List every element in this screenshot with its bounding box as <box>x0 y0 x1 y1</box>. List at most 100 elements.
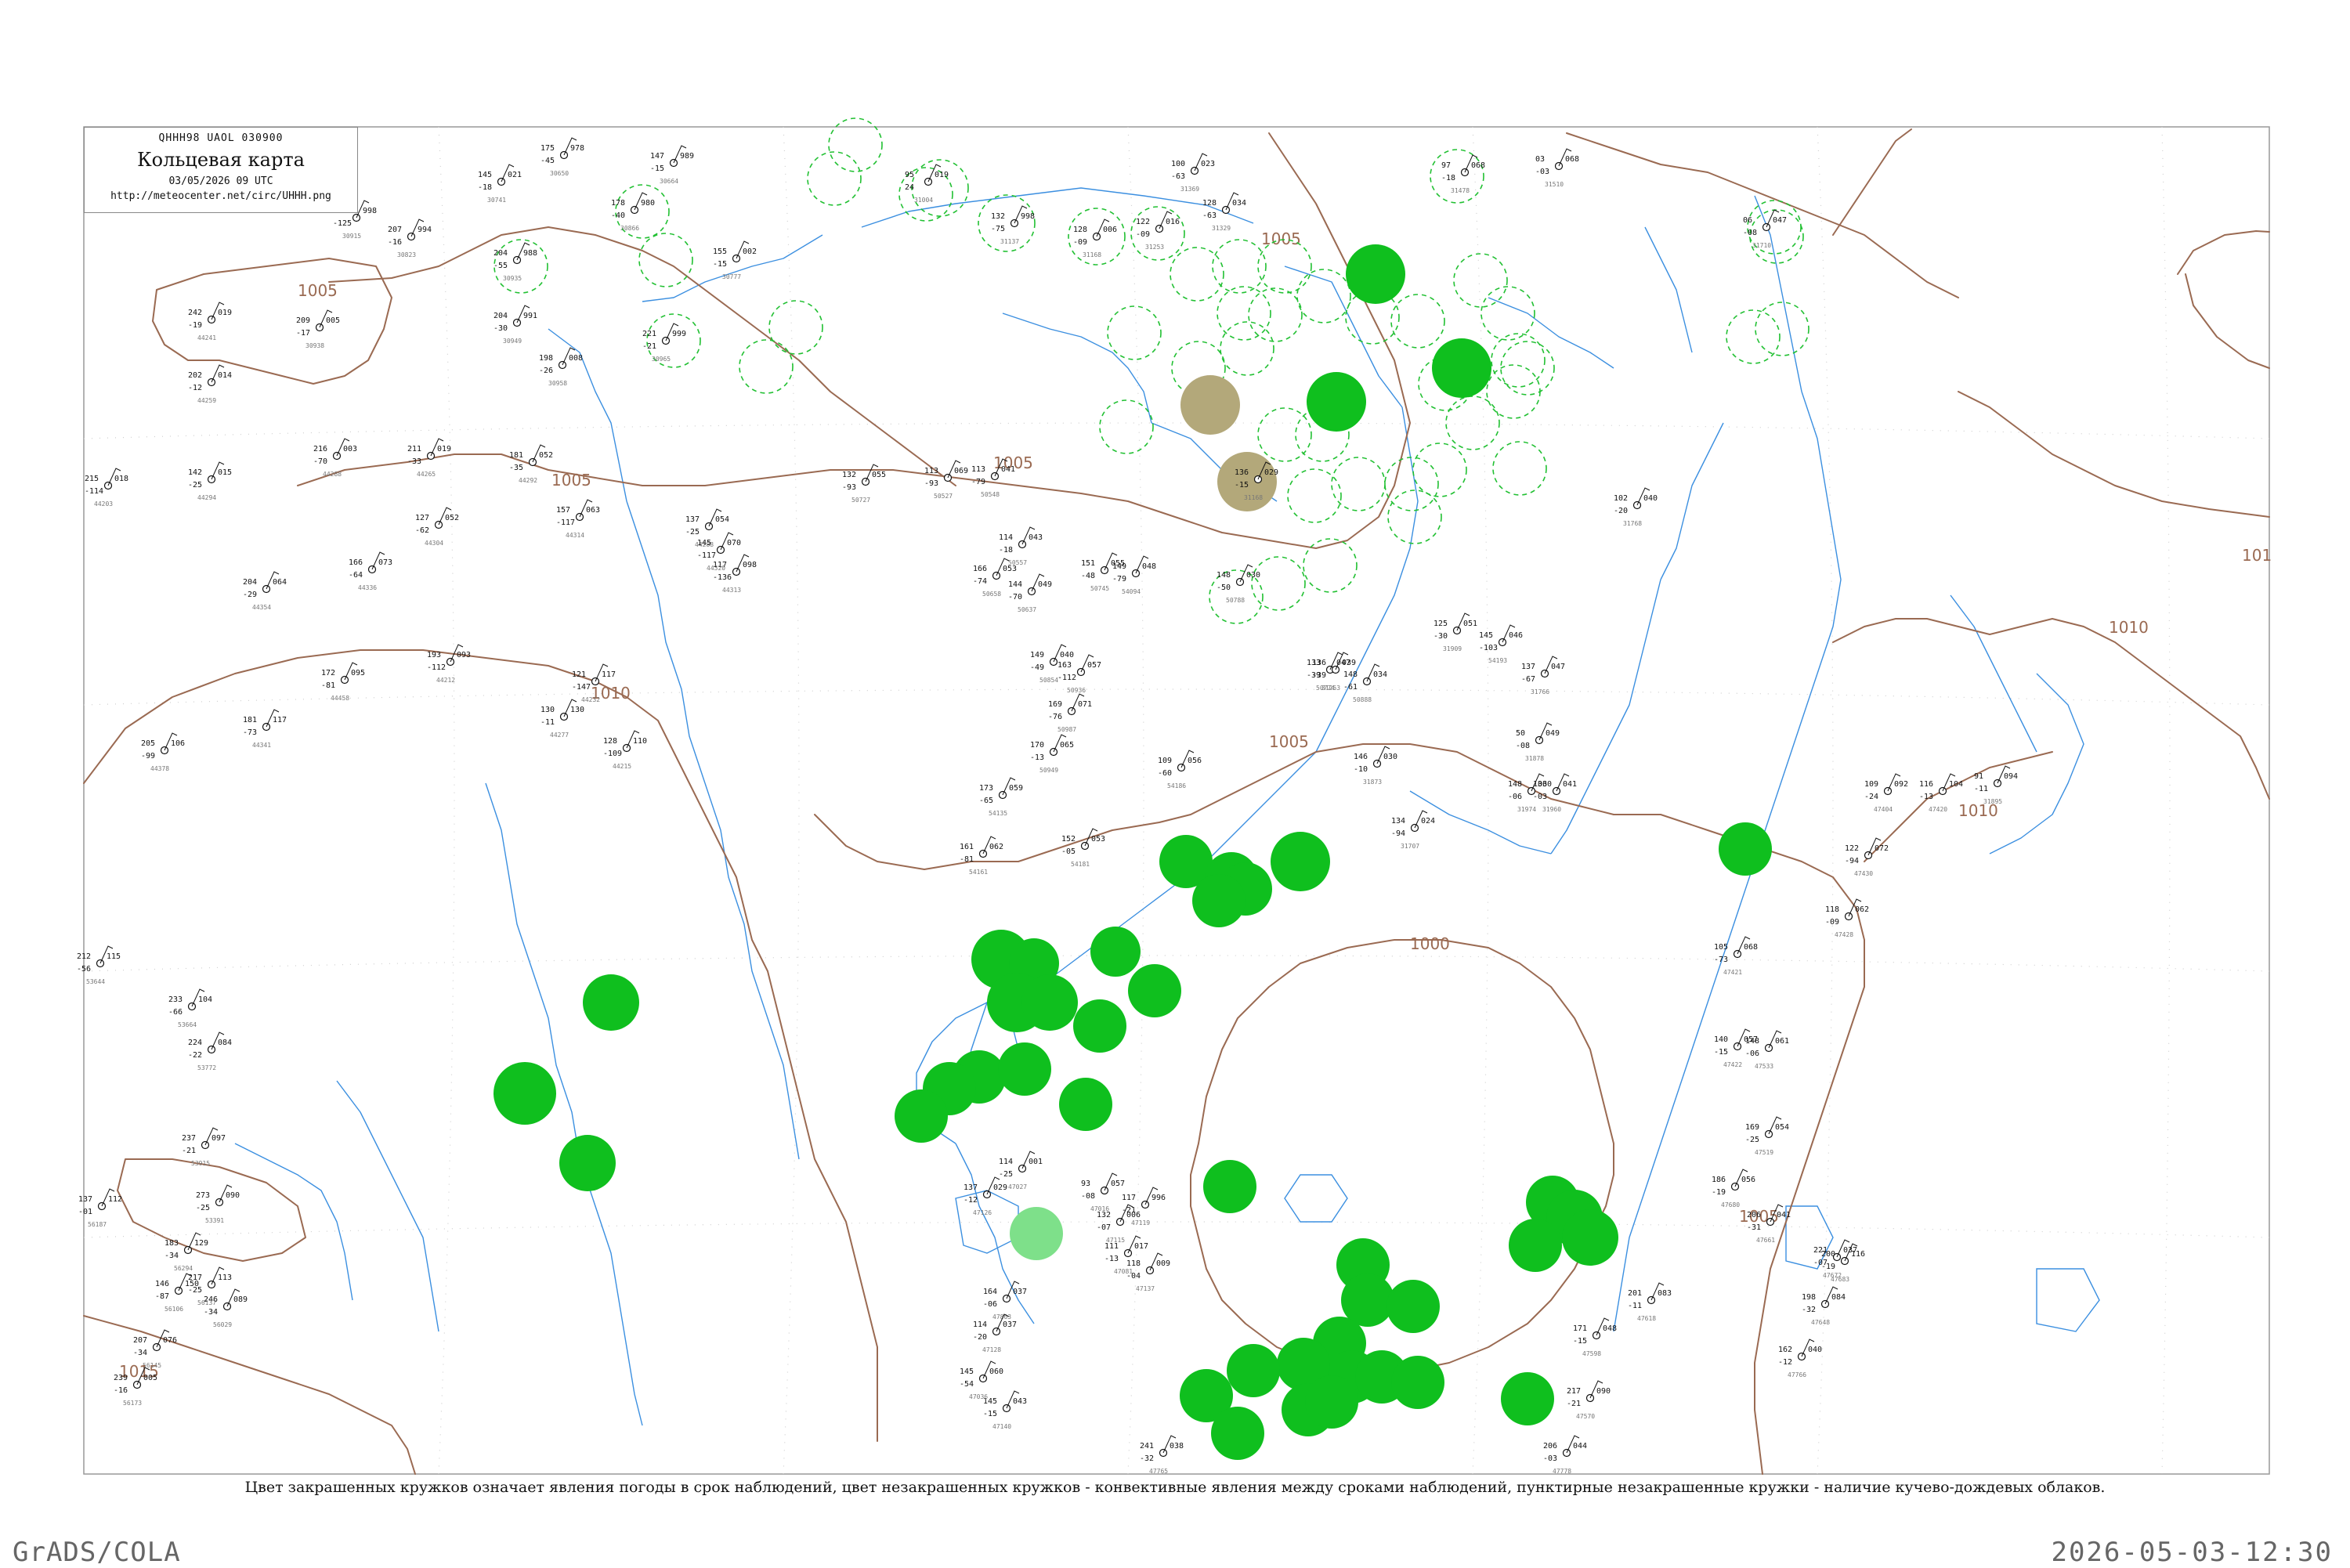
station-index: 31369 <box>1180 186 1199 193</box>
station-plot: 144 049 -70 50637 <box>1008 573 1052 613</box>
temperature-value: 166 <box>973 565 987 573</box>
source-url[interactable]: http://meteocenter.net/circ/UHHH.png <box>85 190 357 202</box>
temperature-value: 147 <box>650 152 664 161</box>
station-plot: 193 093 -112 44212 <box>427 644 471 684</box>
pressure-value: 084 <box>1831 1293 1846 1302</box>
station-plot: 137 047 -67 31766 <box>1521 656 1565 695</box>
dewpoint-value: -12 <box>1778 1358 1792 1367</box>
dewpoint-value: -33 <box>407 457 421 466</box>
station-index: 47765 <box>1149 1468 1168 1475</box>
station-plot: 204 988 -55 30935 <box>494 242 537 282</box>
station-plot: 233 104 -66 53664 <box>168 988 212 1028</box>
station-index: 50987 <box>1058 726 1076 733</box>
temperature-value: 136 <box>1235 468 1249 477</box>
pressure-value: 049 <box>1038 580 1052 589</box>
station-plot: 145 070 -117 44320 <box>697 532 741 572</box>
station-plot: 93 057-0847016 <box>1081 1172 1125 1212</box>
dewpoint-value: -70 <box>313 457 327 466</box>
pressure-value: 071 <box>1078 700 1092 709</box>
pressure-value: 029 <box>993 1183 1007 1192</box>
temperature-value: 166 <box>349 558 363 567</box>
pressure-value: 024 <box>1421 817 1435 826</box>
dewpoint-value: -81 <box>960 855 974 864</box>
temperature-value: 209 <box>296 316 310 325</box>
pressure-value: 070 <box>727 539 741 547</box>
temperature-value: 186 <box>1712 1176 1726 1184</box>
temperature-value: 212 <box>77 952 91 961</box>
temperature-value: 132 <box>1097 1211 1111 1219</box>
dewpoint-value: -08 <box>1743 229 1757 237</box>
station-index: 44232 <box>581 696 600 703</box>
dewpoint-value: -34 <box>204 1308 218 1317</box>
dewpoint-value: -30 <box>494 324 508 333</box>
temperature-value: 169 <box>1745 1123 1759 1132</box>
station-index: 56294 <box>174 1265 193 1272</box>
dewpoint-value: -66 <box>168 1008 183 1017</box>
station-plot: 91 094 -11 31895 <box>1974 765 2018 805</box>
station-index: 47128 <box>982 1346 1001 1353</box>
station-plot: 181 117 -73 44341 <box>243 709 287 749</box>
pressure-value: 991 <box>523 312 537 320</box>
station-index: 53772 <box>197 1064 216 1071</box>
station-index: 30938 <box>306 342 324 349</box>
station-index: 53664 <box>178 1021 197 1028</box>
dewpoint-value: -20 <box>973 1333 987 1342</box>
pressure-value: 047 <box>1551 663 1565 671</box>
dewpoint-value: -73 <box>1714 956 1728 964</box>
station-plot: 140 057-1547422 <box>1714 1028 1758 1068</box>
isobar-label: 1005 <box>298 281 338 300</box>
pressure-value: 076 <box>163 1336 177 1345</box>
station-index: 44378 <box>150 765 169 772</box>
station-index: 31510 <box>1545 181 1564 188</box>
station-plot: 206 044 -03 47778 <box>1543 1435 1587 1475</box>
station-index: 31707 <box>1401 843 1419 850</box>
station-index: 50949 <box>1039 767 1058 774</box>
temperature-value: 175 <box>540 144 555 153</box>
station-index: 30823 <box>397 251 416 258</box>
temperature-value: 148 <box>1343 670 1358 679</box>
pressure-value: 089 <box>233 1295 248 1304</box>
station-index: 54181 <box>1071 861 1090 868</box>
pressure-value: 998 <box>363 207 377 215</box>
station-index: 47428 <box>1835 931 1853 938</box>
station-plot: 157 063 -117 44314 <box>556 499 600 539</box>
pressure-value: 053 <box>1003 565 1017 573</box>
temperature-value: 198 <box>1802 1293 1816 1302</box>
station-plot: 198 008 -26 30958 <box>539 347 583 387</box>
station-index: 54161 <box>969 869 988 876</box>
dewpoint-value: -60 <box>1158 769 1172 778</box>
temperature-value: 181 <box>509 451 523 460</box>
station-index: 50745 <box>1090 585 1109 592</box>
pressure-value: 041 <box>1001 465 1015 474</box>
station-plot: 03 068 -03 31510 <box>1535 148 1579 188</box>
dewpoint-value: -65 <box>979 797 993 805</box>
station-index: 47598 <box>1582 1350 1601 1357</box>
pressure-value: 052 <box>445 514 459 522</box>
station-plot: 207 994 -16 30823 <box>388 219 432 258</box>
temperature-value: 145 <box>960 1367 974 1376</box>
pressure-value: 999 <box>672 330 686 338</box>
dewpoint-value: -25 <box>1745 1136 1759 1144</box>
station-index: 44265 <box>417 471 436 478</box>
station-plot: 128 110 -109 44215 <box>603 730 647 770</box>
dewpoint-value: -13 <box>1919 793 1933 801</box>
dewpoint-value: -79 <box>1112 575 1126 583</box>
pressure-value: 996 <box>1152 1194 1166 1202</box>
dewpoint-value: -103 <box>1479 644 1498 652</box>
station-plot: 142 015 -25 44294 <box>188 461 232 501</box>
dewpoint-value: -34 <box>164 1252 179 1260</box>
pressure-value: 041 <box>1777 1211 1791 1219</box>
station-index: 30949 <box>503 338 522 345</box>
station-plot: 117 996 -21 47119 <box>1122 1187 1166 1227</box>
cb-rings <box>494 117 1810 624</box>
dewpoint-value: -09 <box>1073 238 1087 247</box>
brand-label: GrADS/COLA <box>13 1537 181 1568</box>
station-index: 47430 <box>1854 870 1873 877</box>
temperature-value: 137 <box>1521 663 1535 671</box>
station-plot: 273 090 -25 53391 <box>196 1184 240 1224</box>
dewpoint-value: -49 <box>1030 663 1044 672</box>
dewpoint-value: -09 <box>1136 230 1150 239</box>
station-plot: 100 023 -63 31369 <box>1171 153 1215 193</box>
pressure-value: 059 <box>1009 784 1023 793</box>
dewpoint-value: -99 <box>141 752 155 761</box>
